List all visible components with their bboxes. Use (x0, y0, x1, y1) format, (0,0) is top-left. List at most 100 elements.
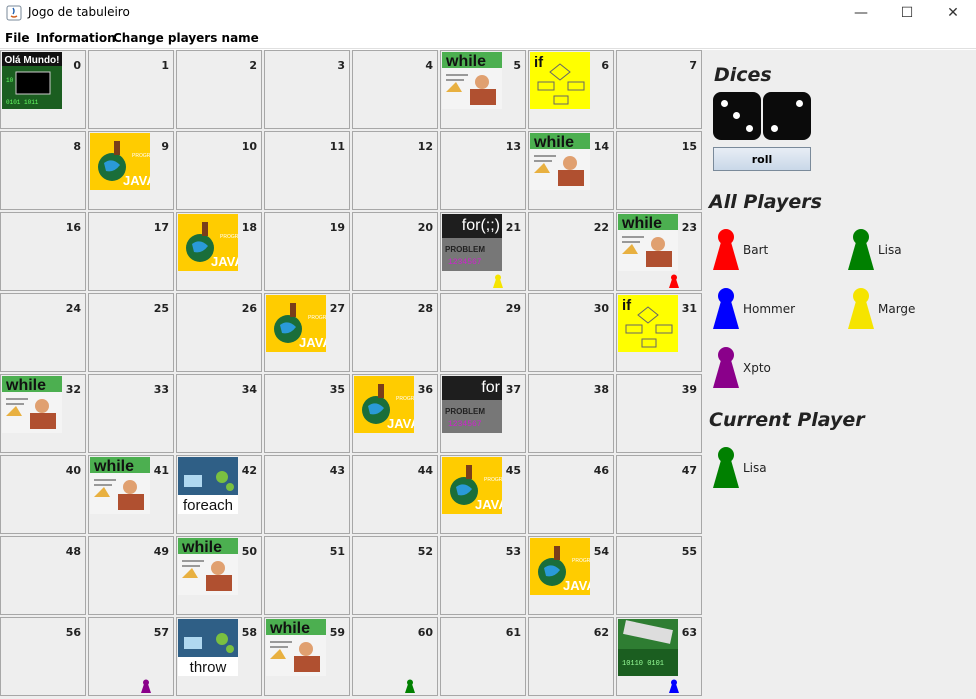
cell-number: 27 (329, 302, 345, 315)
svg-text:0101 1011: 0101 1011 (6, 99, 39, 106)
board-cell: 6 if (528, 50, 614, 129)
tile-hello-image: Olá Mundo! 0101 1011 10 (2, 52, 62, 109)
player-bart: Bart (711, 226, 851, 276)
board-cell: 33 (88, 374, 174, 453)
player-name: Hommer (743, 302, 796, 316)
yellow-pawn-icon (848, 288, 874, 329)
die-2 (763, 92, 811, 140)
board-cell: 32 while (0, 374, 86, 453)
pawn-marker (493, 274, 503, 288)
tile-while-image: while (90, 457, 150, 514)
tile-java-image: PROGRAMMING JAVA (442, 457, 502, 514)
board-cell: 42 foreach (176, 455, 262, 534)
cell-number: 56 (65, 626, 81, 639)
board-cell: 56 (0, 617, 86, 696)
board-cell: 1 (88, 50, 174, 129)
cell-number: 36 (417, 383, 433, 396)
menu-information[interactable]: Information (36, 31, 116, 45)
board-cell: 28 (352, 293, 438, 372)
die-1 (713, 92, 761, 140)
cell-number: 46 (593, 464, 609, 477)
board-cell: 27 PROGRAMMING JAVA (264, 293, 350, 372)
game-board: 0 Olá Mundo! 0101 1011 10 12345 while 6 … (0, 50, 704, 699)
cell-number: 45 (505, 464, 521, 477)
cell-number: 38 (593, 383, 609, 396)
board-cell: 17 (88, 212, 174, 291)
board-cell: 25 (88, 293, 174, 372)
cell-number: 12 (417, 140, 433, 153)
cell-number: 60 (417, 626, 433, 639)
close-button[interactable]: ✕ (930, 0, 976, 26)
minimize-button[interactable]: — (838, 0, 884, 26)
board-cell: 12 (352, 131, 438, 210)
player-hommer: Hommer (711, 285, 851, 335)
svg-text:while: while (621, 215, 662, 232)
board-cell: 62 (528, 617, 614, 696)
cell-number: 37 (505, 383, 521, 396)
menu-change-players-name[interactable]: Change players name (113, 31, 259, 45)
svg-text:while: while (93, 458, 134, 475)
cell-number: 13 (505, 140, 521, 153)
blue-pawn-icon (713, 288, 739, 329)
cell-number: 19 (329, 221, 345, 234)
board-cell: 34 (176, 374, 262, 453)
cell-number: 30 (593, 302, 609, 315)
svg-text:10110 0101: 10110 0101 (622, 660, 664, 668)
tile-java-image: PROGRAMMING JAVA (266, 295, 326, 352)
cell-number: 16 (65, 221, 81, 234)
cell-number: 2 (249, 59, 257, 72)
board-cell: 59 while (264, 617, 350, 696)
tile-binary-image: 10110 0101 (618, 619, 678, 676)
cell-number: 54 (593, 545, 609, 558)
minimize-icon: — (854, 5, 868, 21)
cell-number: 7 (689, 59, 697, 72)
maximize-button[interactable]: ☐ (884, 0, 930, 26)
board-cell: 45 PROGRAMMING JAVA (440, 455, 526, 534)
board-cell: 26 (176, 293, 262, 372)
board-cell: 54 PROGRAMMING JAVA (528, 536, 614, 615)
svg-text:while: while (533, 134, 574, 151)
svg-text:Olá Mundo!: Olá Mundo! (5, 55, 60, 66)
cell-number: 22 (593, 221, 609, 234)
player-name: Marge (878, 302, 916, 316)
cell-number: 51 (329, 545, 345, 558)
cell-number: 34 (241, 383, 257, 396)
tile-if-image: if (618, 295, 678, 352)
cell-number: 39 (681, 383, 697, 396)
svg-text:PROGRAMMING: PROGRAMMING (572, 558, 590, 564)
board-cell: 7 (616, 50, 702, 129)
cell-number: 50 (241, 545, 257, 558)
cell-number: 25 (153, 302, 169, 315)
board-cell: 14 while (528, 131, 614, 210)
cell-number: 62 (593, 626, 609, 639)
cell-number: 6 (601, 59, 609, 72)
svg-text:for(;;): for(;;) (462, 217, 500, 234)
green-pawn-icon (848, 229, 874, 270)
cell-number: 33 (153, 383, 169, 396)
board-cell: 2 (176, 50, 262, 129)
red-pawn-icon (713, 229, 739, 270)
cell-number: 23 (681, 221, 697, 234)
tile-while-image: while (2, 376, 62, 433)
close-icon: ✕ (947, 5, 959, 21)
svg-text:1234567: 1234567 (448, 258, 482, 267)
svg-text:JAVA: JAVA (475, 497, 502, 512)
tile-for-image: for PROBLEM 1234567 (442, 376, 502, 433)
board-cell: 9 PROGRAMMING JAVA (88, 131, 174, 210)
board-cell: 47 (616, 455, 702, 534)
player-name: Lisa (878, 243, 902, 257)
svg-text:while: while (269, 620, 310, 637)
svg-text:PROGRAMMING: PROGRAMMING (132, 153, 150, 159)
svg-text:while: while (445, 53, 486, 70)
cell-number: 58 (241, 626, 257, 639)
purple-pawn-icon (713, 347, 739, 388)
board-cell: 13 (440, 131, 526, 210)
menu-file[interactable]: File (5, 31, 30, 45)
board-cell: 30 (528, 293, 614, 372)
board-cell: 55 (616, 536, 702, 615)
roll-button[interactable]: roll (713, 147, 811, 171)
board-cell: 49 (88, 536, 174, 615)
board-cell: 36 PROGRAMMING JAVA (352, 374, 438, 453)
cell-number: 20 (417, 221, 433, 234)
java-app-icon (6, 5, 22, 21)
